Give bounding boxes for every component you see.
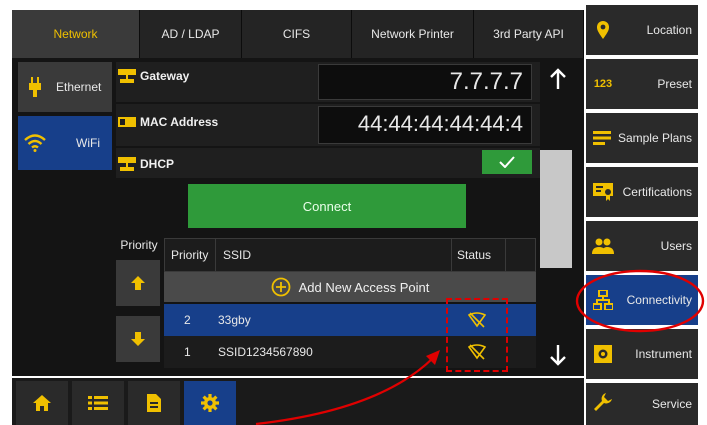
users-icon [592,235,614,257]
nav-certifications[interactable]: Certifications [586,167,698,217]
priority-label: Priority [120,238,158,252]
arrow-up-icon [131,276,145,290]
nav-label: Service [651,397,692,411]
nav-label: Location [646,23,692,37]
nav-sample-plans[interactable]: Sample Plans [586,113,698,163]
column-header-status: Status [457,248,492,262]
tab-network[interactable]: Network [12,10,140,58]
dhcp-checkbox[interactable] [482,150,532,174]
network-icon [118,69,136,83]
home-icon [33,395,51,411]
tab-cifs[interactable]: CIFS [242,10,352,58]
table-header: Priority SSID Status [164,238,536,272]
arrow-down-icon [550,345,566,366]
gateway-label: Gateway [118,64,189,88]
list-icon [88,396,108,410]
gear-icon [201,394,219,412]
dhcp-label: DHCP [118,154,174,174]
mac-address-label: MAC Address [118,110,218,134]
location-pin-icon [592,19,614,41]
tab-3rd-party-api[interactable]: 3rd Party API [474,10,584,58]
gateway-field[interactable]: 7.7.7.7 [318,64,532,100]
scroll-down-button[interactable] [541,338,575,372]
checkmark-icon [499,156,515,168]
sidebar-item-label: WiFi [76,136,100,150]
wrench-icon [592,391,614,413]
nav-label: Users [660,239,692,253]
nav-label: Preset [657,77,692,91]
row-ssid: 33gby [218,313,251,327]
nav-label: Sample Plans [617,131,692,145]
column-header-priority: Priority [171,248,209,262]
sidebar-item-ethernet[interactable]: Ethernet [18,62,112,112]
sidebar-item-label: Ethernet [56,80,102,94]
nav-preset[interactable]: 123 Preset [586,59,698,109]
numbers-icon: 123 [593,78,613,90]
scrollbar-thumb[interactable] [540,150,572,268]
network-icon [118,157,136,171]
arrow-down-icon [131,332,145,346]
plus-circle-icon [271,277,290,297]
list-icon [592,127,614,149]
annotation-ellipse [575,269,705,333]
sidebar-item-wifi[interactable]: WiFi [18,116,112,170]
list-button[interactable] [72,381,124,425]
nav-instrument[interactable]: Instrument [586,329,698,379]
document-icon [147,394,161,412]
dhcp-row [116,148,540,178]
column-header-ssid: SSID [223,248,252,262]
arrow-up-icon [550,68,566,89]
wifi-icon [24,132,46,154]
nav-users[interactable]: Users [586,221,698,271]
settings-button[interactable] [184,381,236,425]
row-priority: 2 [184,313,191,327]
tab-ad-ldap[interactable]: AD / LDAP [140,10,242,58]
scroll-up-button[interactable] [541,62,575,96]
certificate-icon [592,181,614,203]
annotation-arrow [255,350,440,425]
priority-down-button[interactable] [116,316,160,362]
home-button[interactable] [16,381,68,425]
tab-network-printer[interactable]: Network Printer [352,10,474,58]
nav-location[interactable]: Location [586,5,698,55]
app-screen: Network AD / LDAP CIFS Network Printer 3… [0,0,707,425]
instrument-icon [592,343,614,365]
nav-label: Instrument [635,347,692,361]
nav-label: Certifications [622,185,692,199]
id-card-icon [118,115,136,129]
mac-address-field[interactable]: 44:44:44:44:44:4 [318,106,532,144]
row-priority: 1 [184,345,191,359]
document-button[interactable] [128,381,180,425]
ethernet-plug-icon [24,76,46,98]
connect-button[interactable]: Connect [188,184,466,228]
priority-up-button[interactable] [116,260,160,306]
nav-service[interactable]: Service [586,383,698,425]
